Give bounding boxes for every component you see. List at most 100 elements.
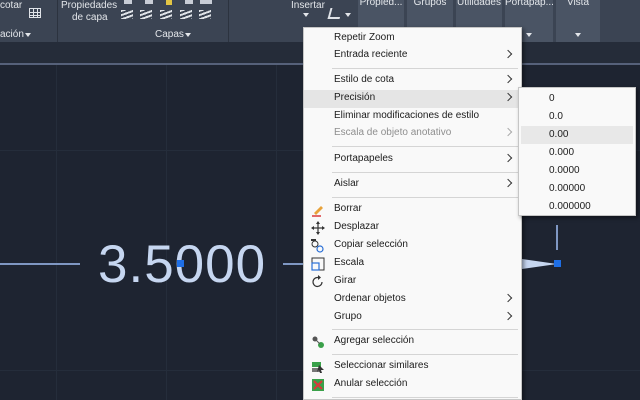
menu-item-escala[interactable]: Escala <box>304 255 521 273</box>
menu-separator <box>332 146 518 147</box>
grid-line <box>166 65 167 400</box>
menu-item-label: Borrar <box>334 203 362 214</box>
menu-item-label: Girar <box>334 275 357 286</box>
layer-tool-icon[interactable] <box>166 0 172 5</box>
menu-separator <box>332 172 518 173</box>
layer-off-icon[interactable] <box>140 10 152 19</box>
dimension-line-left[interactable] <box>0 263 80 265</box>
precision-option[interactable]: 0.00 <box>521 126 633 144</box>
table-icon[interactable] <box>29 8 41 18</box>
precision-option[interactable]: 0.000000 <box>521 198 633 216</box>
capas-panel-expand-icon[interactable] <box>185 33 191 37</box>
grid-line <box>56 65 57 400</box>
submenu-arrow-icon <box>503 127 513 137</box>
menu-item-label: Aislar <box>334 178 360 189</box>
anotacion-panel-expand-icon[interactable] <box>25 33 31 37</box>
menu-separator <box>332 329 518 330</box>
propiedades-capa-line2[interactable]: de capa <box>72 12 108 23</box>
layer-freeze-icon[interactable] <box>160 10 172 19</box>
precision-option[interactable]: 0.0000 <box>521 162 633 180</box>
menu-item-repetir-zoom[interactable]: Repetir Zoom <box>304 30 521 48</box>
tab-vista[interactable]: Vista <box>556 0 600 42</box>
precision-option-label: 0.00000 <box>549 183 586 194</box>
insertar-dropdown-icon[interactable] <box>303 13 309 17</box>
menu-item-girar[interactable]: Girar <box>304 273 521 291</box>
tab-portapapeles-expand-icon[interactable] <box>526 33 532 37</box>
submenu-arrow-icon <box>503 49 513 59</box>
menu-item-label: Desplazar <box>334 221 380 232</box>
tab-vista-label: Vista <box>566 0 590 8</box>
layer-lock-icon[interactable] <box>180 10 192 19</box>
submenu-arrow-icon <box>503 293 513 303</box>
menu-item-portapapeles[interactable]: Portapapeles <box>304 151 521 169</box>
context-menu: Repetir Zoom Entrada reciente Estilo de … <box>303 27 522 400</box>
match-properties-dropdown-icon[interactable] <box>345 13 351 17</box>
menu-item-agregar-seleccion[interactable]: Agregar selección <box>304 333 521 351</box>
menu-item-ordenar-objetos[interactable]: Ordenar objetos <box>304 291 521 309</box>
dimension-arrowhead[interactable] <box>522 225 572 275</box>
precision-option[interactable]: 0.00000 <box>521 180 633 198</box>
menu-item-copiar-seleccion[interactable]: Copiar selección <box>304 237 521 255</box>
layer-tool-icon[interactable] <box>200 0 212 4</box>
menu-item-label: Repetir Zoom <box>334 32 395 43</box>
layer-tool-icon[interactable] <box>145 0 153 4</box>
menu-item-label: Copiar selección <box>334 239 408 250</box>
menu-item-desplazar[interactable]: Desplazar <box>304 219 521 237</box>
menu-item-label: Portapapeles <box>334 153 393 164</box>
dimension-line-right[interactable] <box>283 263 303 265</box>
menu-item-eliminar-modificaciones[interactable]: Eliminar modificaciones de estilo <box>304 108 521 126</box>
add-selection-icon <box>312 336 324 348</box>
copy-icon <box>311 239 324 253</box>
match-properties-icon[interactable] <box>327 8 343 19</box>
scale-icon <box>311 257 325 271</box>
menu-item-label: Estilo de cota <box>334 74 395 85</box>
menu-item-aislar[interactable]: Aislar <box>304 176 521 194</box>
layer-tool-icon[interactable] <box>124 0 132 4</box>
submenu-arrow-icon <box>503 92 513 102</box>
dimension-text-grip[interactable] <box>177 260 184 267</box>
menu-separator <box>332 397 518 398</box>
precision-option[interactable]: 0.000 <box>521 144 633 162</box>
precision-option-label: 0.000 <box>549 147 575 158</box>
menu-item-label: Agregar selección <box>334 335 415 346</box>
grid-line <box>276 65 277 400</box>
precision-option-label: 0 <box>549 93 555 104</box>
menu-separator <box>332 68 518 69</box>
precision-option[interactable]: 0 <box>521 90 633 108</box>
menu-item-grupo[interactable]: Grupo <box>304 309 521 327</box>
tab-grupos-label: Grupos <box>413 0 447 8</box>
menu-item-anular-seleccion[interactable]: Anular selección <box>304 376 521 394</box>
propiedades-capa-line1[interactable]: Propiedades <box>61 0 117 11</box>
anotacion-panel-title[interactable]: ación <box>0 29 24 40</box>
menu-item-label: Seleccionar similares <box>334 360 429 371</box>
eraser-icon <box>312 206 323 217</box>
layer-isolate-icon[interactable] <box>121 10 133 19</box>
menu-item-label: Precisión <box>334 92 376 103</box>
panel-separator <box>228 0 229 42</box>
menu-separator <box>332 354 518 355</box>
move-icon <box>311 221 325 235</box>
insertar-button-label[interactable]: Insertar <box>291 0 325 11</box>
menu-item-escala-objeto-anotativo: Escala de objeto anotativo <box>304 125 521 143</box>
acotar-button-label[interactable]: cotar <box>0 0 22 11</box>
tab-propiedades-label: Propied... <box>359 0 403 8</box>
precision-option[interactable]: 0.0 <box>521 108 633 126</box>
precision-option-label: 0.0 <box>549 111 563 122</box>
menu-item-label: Ordenar objetos <box>334 293 406 304</box>
submenu-arrow-icon <box>503 74 513 84</box>
menu-item-seleccionar-similares[interactable]: Seleccionar similares <box>304 358 521 376</box>
rotate-icon <box>312 275 323 288</box>
menu-item-borrar[interactable]: Borrar <box>304 201 521 219</box>
layer-match-icon[interactable] <box>199 10 211 19</box>
capas-panel-title[interactable]: Capas <box>155 29 184 40</box>
menu-item-estilo-de-cota[interactable]: Estilo de cota <box>304 72 521 90</box>
layer-tool-icon[interactable] <box>185 0 193 4</box>
dimension-endpoint-grip[interactable] <box>554 260 561 267</box>
precision-submenu: 0 0.0 0.00 0.000 0.0000 0.00000 0.000000 <box>518 87 636 216</box>
panel-separator <box>57 0 58 42</box>
submenu-arrow-icon <box>503 178 513 188</box>
menu-item-label: Escala de objeto anotativo <box>334 127 452 138</box>
menu-item-precision[interactable]: Precisión <box>304 90 521 108</box>
menu-item-entrada-reciente[interactable]: Entrada reciente <box>304 47 521 65</box>
menu-item-label: Anular selección <box>334 378 408 389</box>
